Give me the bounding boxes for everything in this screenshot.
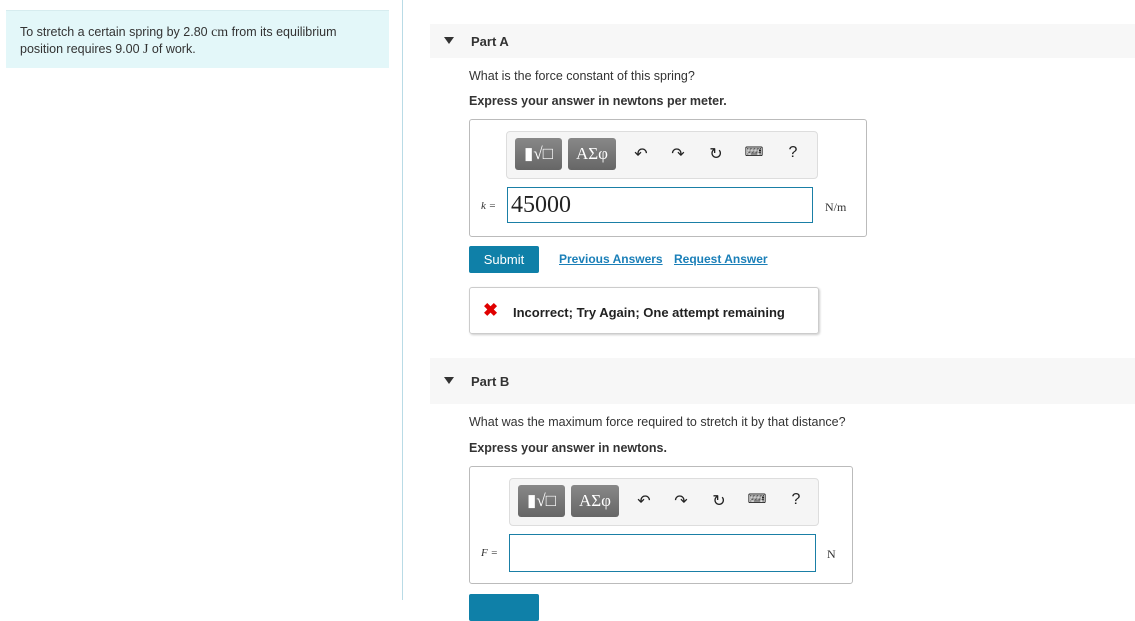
greek-symbols-button[interactable]: ΑΣφ: [568, 138, 616, 170]
intro-text: of work.: [148, 42, 196, 56]
intro-text: To stretch a certain spring by 2.80: [20, 25, 212, 39]
answer-box-b: ▮√□ ΑΣφ ↶ ↷ ↻ ⌨ ? F = N: [469, 466, 853, 584]
problem-statement: To stretch a certain spring by 2.80 cm f…: [6, 10, 389, 68]
undo-icon[interactable]: ↶: [631, 144, 651, 164]
part-a-header[interactable]: Part A: [430, 24, 1135, 58]
divider: [402, 0, 403, 600]
templates-button[interactable]: ▮√□: [518, 485, 565, 517]
unit-label: N/m: [825, 200, 847, 214]
help-icon[interactable]: ?: [783, 144, 803, 162]
part-a-question: What is the force constant of this sprin…: [469, 69, 695, 83]
templates-button[interactable]: ▮√□: [515, 138, 562, 170]
part-a-instruction: Express your answer in newtons per meter…: [469, 94, 727, 108]
answer-box-a: ▮√□ ΑΣφ ↶ ↷ ↻ ⌨ ? k = 45000 N/m: [469, 119, 867, 237]
error-x-icon: ✖: [483, 300, 499, 320]
help-icon[interactable]: ?: [786, 491, 806, 509]
part-b-instruction: Express your answer in newtons.: [469, 441, 667, 455]
reset-icon[interactable]: ↻: [709, 491, 729, 511]
undo-icon[interactable]: ↶: [634, 491, 654, 511]
keyboard-icon[interactable]: ⌨: [747, 491, 767, 507]
part-b-question: What was the maximum force required to s…: [469, 415, 846, 429]
greek-symbols-button[interactable]: ΑΣφ: [571, 485, 619, 517]
unit-label: N: [827, 547, 836, 561]
math-toolbar: ▮√□ ΑΣφ ↶ ↷ ↻ ⌨ ?: [509, 478, 819, 526]
feedback-message: ✖ Incorrect; Try Again; One attempt rema…: [469, 287, 819, 334]
unit-cm: cm: [211, 25, 229, 40]
keyboard-icon[interactable]: ⌨: [744, 144, 764, 160]
part-a-title: Part A: [471, 34, 509, 49]
k-label: k =: [481, 200, 497, 212]
submit-button[interactable]: Submit: [469, 246, 539, 273]
part-b-title: Part B: [471, 374, 510, 389]
request-answer-link[interactable]: Request Answer: [674, 252, 768, 266]
redo-icon[interactable]: ↷: [668, 144, 688, 164]
redo-icon[interactable]: ↷: [671, 491, 691, 511]
f-label: F =: [481, 547, 498, 559]
math-toolbar: ▮√□ ΑΣφ ↶ ↷ ↻ ⌨ ?: [506, 131, 818, 179]
previous-answers-link[interactable]: Previous Answers: [559, 252, 663, 266]
collapse-triangle-icon[interactable]: [444, 377, 454, 384]
f-input[interactable]: [509, 534, 816, 572]
part-b-header[interactable]: Part B: [430, 358, 1135, 404]
collapse-triangle-icon[interactable]: [444, 37, 454, 44]
feedback-text: Incorrect; Try Again; One attempt remain…: [513, 305, 785, 320]
reset-icon[interactable]: ↻: [706, 144, 726, 164]
submit-button-b[interactable]: [469, 594, 539, 621]
k-input[interactable]: 45000: [507, 187, 813, 223]
